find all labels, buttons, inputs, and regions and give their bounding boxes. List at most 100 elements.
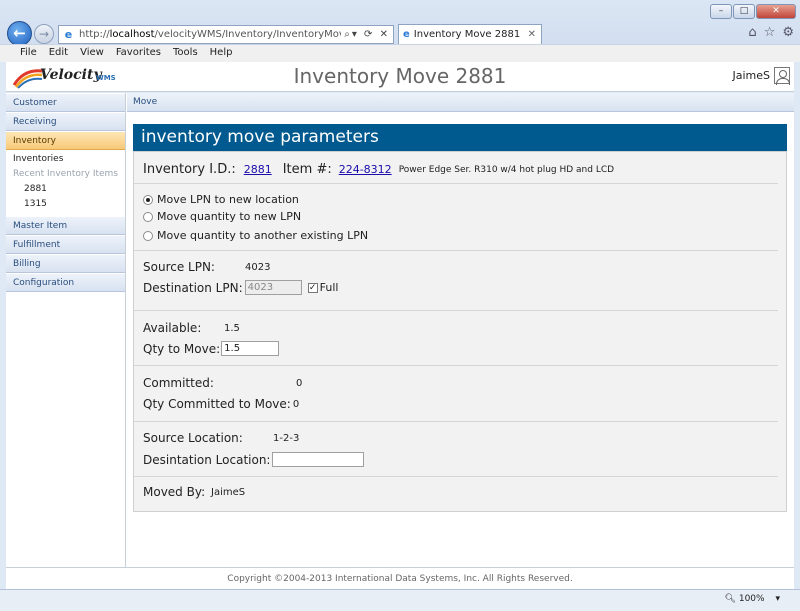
source-location-row: Source Location: 1-2-3	[143, 431, 299, 445]
destination-lpn-input[interactable]: 4023	[244, 280, 302, 295]
radio-move-qty-existing-lpn[interactable]: Move quantity to another existing LPN	[143, 229, 368, 242]
source-lpn-label: Source LPN:	[143, 260, 215, 274]
favorites-star-icon[interactable]: ☆	[764, 25, 776, 40]
minimize-button[interactable]: –	[710, 4, 732, 19]
available-row: Available: 1.5	[143, 321, 240, 335]
item-no-label: Item #:	[282, 162, 332, 177]
ie-icon: e	[64, 28, 73, 41]
sidebar-item-billing[interactable]: Billing	[6, 254, 125, 273]
menu-help[interactable]: Help	[204, 45, 239, 62]
sidebar-item-customer[interactable]: Customer	[6, 93, 125, 112]
inventory-item-row: Inventory I.D.: 2881 Item #: 224-8312 Po…	[143, 162, 614, 177]
destination-lpn-row: Destination LPN: 4023 ✓ Full	[143, 280, 338, 295]
moved-by-row: Moved By: JaimeS	[143, 485, 245, 499]
divider	[134, 183, 778, 184]
divider	[134, 365, 778, 366]
destination-location-label: Desintation Location:	[143, 452, 271, 467]
available-value: 1.5	[224, 322, 240, 334]
radio-move-qty-new-lpn[interactable]: Move quantity to new LPN	[143, 210, 301, 223]
footer-copyright: Copyright ©2004-2013 International Data …	[6, 567, 794, 589]
zoom-control[interactable]: 🔍︎ 100% ▾	[725, 594, 780, 604]
full-checkbox[interactable]: ✓	[307, 282, 318, 293]
radio-label: Move quantity to another existing LPN	[157, 229, 369, 242]
browser-status-bar: 🔍︎ 100% ▾	[0, 589, 800, 611]
tab-ie-icon: e	[403, 29, 410, 40]
radio-button[interactable]	[143, 211, 153, 222]
close-window-button[interactable]: ✕	[756, 4, 796, 19]
sidebar-item-configuration[interactable]: Configuration	[6, 273, 125, 292]
radio-label: Move quantity to new LPN	[157, 210, 302, 223]
move-parameters-panel: Inventory I.D.: 2881 Item #: 224-8312 Po…	[133, 151, 787, 512]
qty-committed-label: Qty Committed to Move:	[143, 397, 291, 411]
menu-edit[interactable]: Edit	[43, 45, 74, 62]
qty-to-move-label: Qty to Move:	[143, 341, 221, 356]
page-header: Velocity WMS Inventory Move 2881 JaimeS	[6, 62, 794, 92]
destination-location-input[interactable]	[272, 452, 365, 467]
menu-favorites[interactable]: Favorites	[110, 45, 167, 62]
maximize-button[interactable]: □	[733, 4, 755, 19]
source-location-value: 1-2-3	[273, 432, 300, 444]
available-label: Available:	[143, 321, 202, 335]
full-checkbox-label: Full	[319, 281, 339, 294]
home-icon[interactable]: ⌂	[748, 25, 756, 40]
address-url: http://localhost/velocityWMS/Inventory/I…	[79, 29, 341, 40]
radio-button[interactable]	[143, 194, 153, 205]
recent-item-link[interactable]: 1315	[13, 197, 125, 212]
inventory-id-link[interactable]: 2881	[244, 163, 272, 176]
moved-by-label: Moved By:	[143, 485, 206, 499]
radio-move-lpn-new-location[interactable]: Move LPN to new location	[143, 193, 299, 206]
forward-button[interactable]: →	[34, 24, 54, 44]
source-lpn-row: Source LPN: 4023	[143, 260, 270, 274]
recent-item-link[interactable]: 2881	[13, 182, 125, 197]
user-avatar-icon[interactable]	[774, 67, 790, 85]
zoom-icon: 🔍︎	[724, 594, 736, 604]
item-description: Power Edge Ser. R310 w/4 hot plug HD and…	[398, 164, 615, 175]
tab-close-icon[interactable]: ✕	[528, 29, 536, 40]
main-content: Move inventory move parameters Inventory…	[127, 93, 794, 567]
inventory-id-label: Inventory I.D.:	[143, 162, 236, 177]
sidebar-item-master-item[interactable]: Master Item	[6, 216, 125, 235]
address-bar[interactable]: e http://localhost/velocityWMS/Inventory…	[58, 25, 394, 44]
source-lpn-value: 4023	[245, 261, 271, 273]
sidebar-link-inventories[interactable]: Inventories	[13, 152, 125, 167]
qty-committed-row: Qty Committed to Move: 0	[143, 397, 299, 411]
committed-value: 0	[296, 377, 303, 389]
address-tools-icons[interactable]: ⌕▾ ⟳ ✕	[341, 29, 393, 40]
committed-row: Committed: 0	[143, 376, 302, 390]
page-title: Inventory Move 2881	[293, 64, 507, 88]
chrome-icons: ⌂ ☆ ⚙	[748, 25, 794, 40]
sidebar-item-inventory[interactable]: Inventory	[6, 131, 125, 150]
qty-to-move-input[interactable]: 1.5	[221, 341, 280, 356]
gear-icon[interactable]: ⚙	[782, 25, 794, 40]
back-button[interactable]: ←	[7, 21, 32, 46]
breadcrumb[interactable]: Move	[127, 93, 794, 112]
browser-tab[interactable]: e Inventory Move 2881 ✕	[398, 24, 542, 44]
inventory-submenu: Inventories Recent Inventory Items 2881 …	[6, 150, 125, 216]
sidebar-item-receiving[interactable]: Receiving	[6, 112, 125, 131]
qty-committed-value: 0	[292, 398, 300, 410]
committed-label: Committed:	[143, 376, 214, 390]
browser-chrome: – □ ✕ ← → e http://localhost/velocityWMS…	[0, 0, 800, 62]
destination-location-row: Desintation Location:	[143, 452, 365, 467]
qty-to-move-row: Qty to Move: 1.5	[143, 341, 280, 356]
divider	[134, 310, 778, 311]
user-menu[interactable]: JaimeS	[732, 67, 790, 85]
radio-button[interactable]	[143, 230, 153, 241]
source-location-label: Source Location:	[143, 431, 243, 445]
divider	[134, 421, 778, 422]
radio-label: Move LPN to new location	[157, 193, 299, 206]
menu-file[interactable]: File	[14, 45, 43, 62]
sidebar-item-fulfillment[interactable]: Fulfillment	[6, 235, 125, 254]
moved-by-value: JaimeS	[211, 486, 246, 498]
tab-title: Inventory Move 2881	[413, 29, 521, 40]
chevron-down-icon[interactable]: ▾	[775, 594, 780, 604]
app-body: Customer Receiving Inventory Inventories…	[6, 93, 794, 567]
divider	[134, 476, 778, 477]
sidebar: Customer Receiving Inventory Inventories…	[6, 93, 126, 567]
menu-tools[interactable]: Tools	[167, 45, 204, 62]
zoom-level: 100%	[738, 594, 765, 604]
divider	[134, 250, 778, 251]
window-controls: – □ ✕	[710, 4, 796, 19]
item-no-link[interactable]: 224-8312	[339, 163, 392, 176]
menu-view[interactable]: View	[74, 45, 110, 62]
